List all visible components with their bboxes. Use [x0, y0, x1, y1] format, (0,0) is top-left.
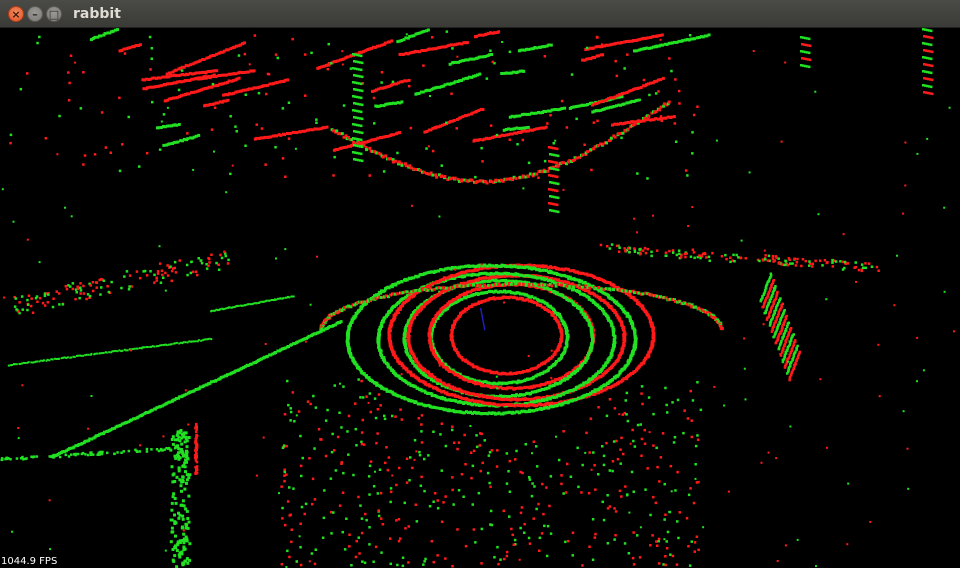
- title-bar[interactable]: × – □ rabbit: [0, 0, 960, 28]
- point-cloud-viewport[interactable]: 1044.9 FPS: [0, 28, 960, 568]
- app-window: × – □ rabbit 1044.9 FPS: [0, 0, 960, 568]
- minimize-window-button[interactable]: –: [27, 6, 43, 22]
- maximize-window-button[interactable]: □: [46, 6, 62, 22]
- fps-counter: 1044.9 FPS: [1, 556, 58, 567]
- close-icon: ×: [11, 7, 21, 21]
- window-title: rabbit: [73, 6, 121, 22]
- maximize-icon: □: [48, 7, 60, 21]
- close-window-button[interactable]: ×: [8, 6, 24, 22]
- point-cloud-canvas[interactable]: [0, 28, 960, 568]
- minimize-icon: –: [32, 7, 38, 21]
